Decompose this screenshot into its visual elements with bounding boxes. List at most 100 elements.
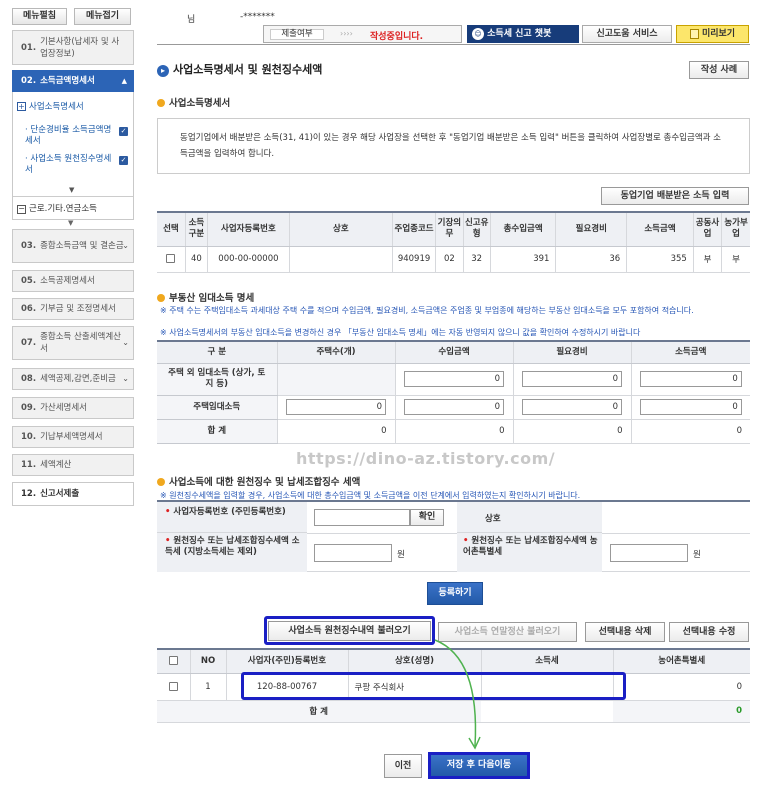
- reg-no-input[interactable]: [314, 509, 410, 526]
- partner-income-button[interactable]: 동업기업 배분받은 소득 입력: [601, 187, 749, 205]
- confirm-button[interactable]: 확인: [410, 509, 444, 526]
- select-all-checkbox[interactable]: [168, 655, 178, 665]
- sidebar-label: 종합소득 산출세액계산서: [40, 332, 121, 354]
- sidebar-item-basic-info[interactable]: 01. 기본사항(납세자 및 사업장정보): [12, 30, 134, 65]
- heading-text: 사업소득에 대한 원천징수 및 납세조합징수 세액: [169, 477, 361, 488]
- col-header: [157, 649, 191, 674]
- preview-label: 미리보기: [701, 29, 736, 39]
- unit-won: 원: [397, 550, 405, 560]
- chevron-down-icon: ⌄: [122, 241, 129, 250]
- sidebar-item-donation[interactable]: 06. 기부금 및 조정명세서: [12, 298, 134, 320]
- rent-input[interactable]: 0: [404, 371, 504, 387]
- sidebar-item-penalty[interactable]: 09. 가산세명세서: [12, 397, 134, 419]
- sidebar-label: 세액계산: [40, 460, 72, 470]
- rent-table: 구 분 주택수(개) 수입금액 필요경비 소득금액 주택 외 임대소득 (상가,…: [157, 340, 750, 444]
- menu-expand-button[interactable]: 메뉴펼침: [12, 8, 67, 25]
- sidebar-item-total-income[interactable]: 03. 종합소득금액 및 결손금 ⌄: [12, 229, 134, 263]
- preview-button[interactable]: 미리보기: [676, 25, 749, 43]
- sidebar-label: 신고서제출: [40, 489, 80, 499]
- register-button[interactable]: 등록하기: [427, 582, 483, 605]
- cell-income-type: 40: [185, 246, 209, 273]
- sidebar-num: 02.: [21, 76, 37, 86]
- sidebar-item-submit[interactable]: 12. 신고서제출: [12, 482, 134, 506]
- col-header: 소득구분: [185, 212, 209, 247]
- cell-rural: 0: [613, 673, 750, 701]
- col-header: 공동사업: [693, 212, 723, 247]
- table-row: 합 계 0 0 0 0: [157, 419, 750, 444]
- cell-duty: 02: [435, 246, 464, 273]
- rural-tax-input[interactable]: [610, 544, 688, 562]
- rent-input[interactable]: 0: [639, 399, 742, 415]
- help-service-button[interactable]: 신고도움 서비스: [582, 25, 672, 43]
- col-header: 사업자(주민)등록번호: [226, 649, 349, 674]
- col-header: 주택수(개): [277, 341, 396, 364]
- sidebar-label: 소득금액명세서: [40, 76, 95, 86]
- chevron-down-icon: ⌄: [122, 338, 129, 347]
- cell-name: [289, 246, 393, 273]
- prev-button[interactable]: 이전: [384, 754, 422, 778]
- label-text: 원천징수 또는 납세조합징수세액 농어촌특별세: [463, 536, 598, 557]
- sidebar-label: 소득공제명세서: [40, 276, 95, 286]
- sidebar-item-deduction[interactable]: 05. 소득공제명세서: [12, 270, 134, 292]
- cell-expense: 36: [555, 246, 628, 273]
- sidebar-sub-withholding[interactable]: · 사업소득 원천징수명세서: [25, 154, 115, 176]
- chatbot-label: 소득세 신고 챗봇: [487, 29, 552, 39]
- label-text: 원천징수 또는 납세조합징수세액 소득세 (지방소득세는 제외): [165, 536, 300, 557]
- status-text: 작성중입니다.: [370, 32, 424, 42]
- rent-input[interactable]: 0: [404, 399, 504, 415]
- col-header: 총수입금액: [490, 212, 557, 247]
- sidebar-num: 06.: [21, 304, 37, 314]
- chatbot-button[interactable]: ☺ 소득세 신고 챗봇: [467, 25, 579, 43]
- field-income-tax-label: • 원천징수 또는 납세조합징수세액 소득세 (지방소득세는 제외): [165, 536, 300, 557]
- cell-no: 1: [190, 673, 227, 701]
- sidebar-sub-simple-expense[interactable]: · 단순경비율 소득금액명세서: [25, 125, 115, 147]
- section-heading-rent: 부동산 임대소득 명세: [157, 290, 254, 304]
- col-header: 구 분: [157, 341, 278, 364]
- row-label: 주택 외 임대소득 (상가, 토지 등): [157, 363, 278, 396]
- income-tax-input[interactable]: [314, 544, 392, 562]
- sidebar-item-tax-computation[interactable]: 07. 종합소득 산출세액계산서 ⌄: [12, 326, 134, 360]
- row-checkbox[interactable]: [168, 681, 178, 691]
- watermark: https://dino-az.tistory.com/: [296, 449, 556, 468]
- chevron-down-icon: ▼: [68, 219, 74, 227]
- minus-icon: −: [17, 204, 26, 214]
- sidebar-sub-labor-income[interactable]: − 근로.기타.연금소득: [17, 202, 97, 214]
- sidebar-submenu: + 사업소득명세서 · 단순경비율 소득금액명세서 ✓ · 사업소득 원천징수명세…: [12, 92, 134, 220]
- submit-status-bar: 제출여부 ›››› 작성중입니다.: [263, 25, 462, 43]
- rent-input[interactable]: 0: [639, 371, 742, 387]
- sidebar-num: 12.: [21, 489, 37, 499]
- col-header: 필요경비: [513, 341, 632, 364]
- col-header: 농가부업: [721, 212, 750, 247]
- edit-selected-button[interactable]: 선택내용 수정: [669, 622, 749, 642]
- save-next-button[interactable]: 저장 후 다음이동: [428, 752, 530, 779]
- sidebar-item-tax-credit[interactable]: 08. 세액공제,감면,준비금 ⌄: [12, 368, 134, 390]
- sidebar-item-income-statement[interactable]: 02. 소득금액명세서 ▲: [12, 70, 134, 92]
- sidebar-num: 10.: [21, 432, 37, 442]
- masked-id: -*******: [240, 12, 275, 22]
- table-row[interactable]: 40 000-00-00000 940919 02 32 391 36 355 …: [157, 246, 750, 273]
- sidebar-sub-business-income[interactable]: + 사업소득명세서: [17, 100, 84, 112]
- row-checkbox[interactable]: [166, 254, 176, 263]
- menu-collapse-button[interactable]: 메뉴접기: [74, 8, 131, 25]
- rent-input[interactable]: 0: [522, 399, 622, 415]
- sidebar-label: 기부금 및 조정명세서: [40, 304, 116, 314]
- unit-won: 원: [693, 550, 701, 560]
- delete-selected-button[interactable]: 선택내용 삭제: [585, 622, 665, 642]
- example-button[interactable]: 작성 사례: [689, 61, 749, 79]
- bullet-icon: [157, 478, 165, 486]
- sidebar-num: 11.: [21, 460, 37, 470]
- col-header: NO: [190, 649, 227, 674]
- sidebar-item-tax-calculation[interactable]: 11. 세액계산: [12, 454, 134, 476]
- sidebar-num: 05.: [21, 276, 37, 286]
- cell-total: 0: [277, 419, 396, 444]
- cell-total: 0: [513, 419, 632, 444]
- rent-input[interactable]: 0: [522, 371, 622, 387]
- sidebar-sub-label: 사업소득명세서: [29, 102, 84, 112]
- col-header: 기장의무: [435, 212, 464, 247]
- sidebar-item-prepaid-tax[interactable]: 10. 기납부세액명세서: [12, 426, 134, 448]
- arrow-annotation-icon: [434, 639, 481, 750]
- sidebar-num: 09.: [21, 403, 37, 413]
- table-row: 주택 외 임대소득 (상가, 토지 등) 0 0 0: [157, 363, 750, 396]
- rent-input[interactable]: 0: [286, 399, 386, 415]
- checked-icon: ✓: [119, 156, 128, 165]
